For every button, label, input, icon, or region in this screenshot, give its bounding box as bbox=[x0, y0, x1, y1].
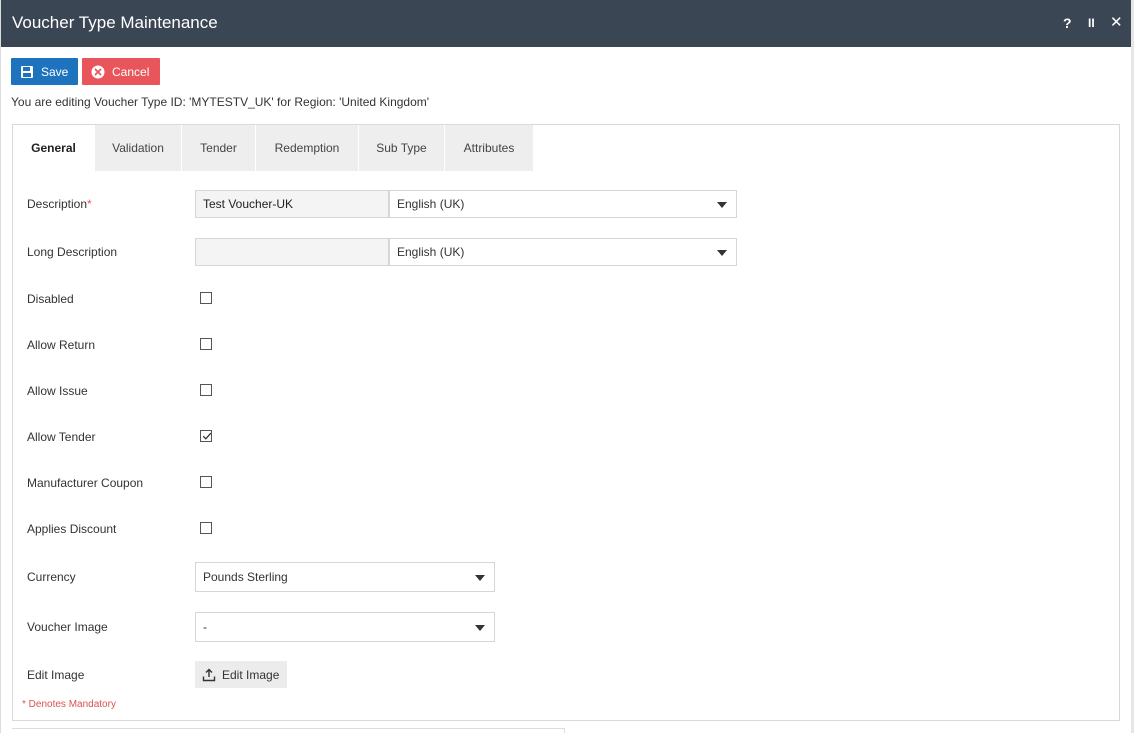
allow-tender-label: Allow Tender bbox=[27, 430, 96, 444]
save-label: Save bbox=[41, 64, 69, 79]
tab-attributes[interactable]: Attributes bbox=[445, 125, 534, 171]
tab-tender[interactable]: Tender bbox=[182, 125, 256, 171]
voucher-image-label: Voucher Image bbox=[27, 620, 108, 634]
tab-redemption[interactable]: Redemption bbox=[256, 125, 359, 171]
tab-bar: General Validation Tender Redemption Sub… bbox=[13, 125, 534, 171]
currency-label: Currency bbox=[27, 570, 76, 584]
window-left-edge bbox=[0, 0, 1, 733]
manufacturer-coupon-label: Manufacturer Coupon bbox=[27, 476, 144, 490]
editing-info-text: You are editing Voucher Type ID: 'MYTEST… bbox=[11, 95, 430, 109]
allow-return-label: Allow Return bbox=[27, 338, 96, 352]
mandatory-note: * Denotes Mandatory bbox=[22, 699, 116, 710]
caret-down-icon bbox=[475, 625, 485, 631]
x-circle-icon bbox=[91, 65, 105, 79]
allow-issue-label: Allow Issue bbox=[27, 384, 88, 398]
save-button[interactable]: Save bbox=[11, 58, 78, 85]
description-language-select[interactable]: English (UK) bbox=[389, 190, 737, 218]
required-mark: * bbox=[87, 197, 92, 211]
currency-value: Pounds Sterling bbox=[203, 570, 288, 584]
applies-discount-label: Applies Discount bbox=[27, 522, 117, 536]
window-title: Voucher Type Maintenance bbox=[12, 13, 218, 32]
disabled-label: Disabled bbox=[27, 292, 74, 306]
edit-image-button[interactable]: Edit Image bbox=[195, 661, 287, 688]
description-language-value: English (UK) bbox=[397, 197, 465, 211]
checkmark-icon bbox=[202, 432, 212, 440]
description-label-text: Description bbox=[27, 197, 88, 211]
tab-validation[interactable]: Validation bbox=[95, 125, 182, 171]
long-description-language-select[interactable]: English (UK) bbox=[389, 238, 737, 266]
currency-select[interactable]: Pounds Sterling bbox=[195, 562, 495, 592]
floppy-disk-icon bbox=[20, 65, 34, 79]
description-label: Description* bbox=[27, 197, 92, 211]
allow-issue-checkbox[interactable] bbox=[200, 384, 212, 396]
manufacturer-coupon-checkbox[interactable] bbox=[200, 476, 212, 488]
disabled-checkbox[interactable] bbox=[200, 292, 212, 304]
voucher-image-value: - bbox=[203, 620, 207, 634]
cancel-button[interactable]: Cancel bbox=[82, 58, 160, 85]
tab-general[interactable]: General bbox=[13, 125, 95, 171]
edit-image-button-label: Edit Image bbox=[222, 667, 280, 682]
allow-return-checkbox[interactable] bbox=[200, 338, 212, 350]
footer-divider-end bbox=[564, 728, 565, 733]
cancel-label: Cancel bbox=[112, 64, 150, 79]
close-icon[interactable]: ✕ bbox=[1110, 14, 1123, 32]
voucher-image-select[interactable]: - bbox=[195, 612, 495, 642]
pause-icon[interactable]: II bbox=[1088, 14, 1095, 32]
caret-down-icon bbox=[717, 250, 727, 256]
footer-divider bbox=[12, 728, 564, 729]
applies-discount-checkbox[interactable] bbox=[200, 522, 212, 534]
allow-tender-checkbox[interactable] bbox=[200, 430, 212, 442]
long-description-input[interactable] bbox=[195, 238, 389, 266]
window-titlebar: Voucher Type Maintenance ? II ✕ bbox=[1, 0, 1131, 47]
tab-sub-type[interactable]: Sub Type bbox=[359, 125, 445, 171]
description-input[interactable]: Test Voucher-UK bbox=[195, 190, 389, 218]
long-description-label: Long Description bbox=[27, 245, 118, 259]
help-icon[interactable]: ? bbox=[1063, 14, 1072, 32]
caret-down-icon bbox=[475, 575, 485, 581]
voucher-form-panel: General Validation Tender Redemption Sub… bbox=[12, 124, 1120, 721]
caret-down-icon bbox=[717, 202, 727, 208]
upload-icon bbox=[202, 668, 216, 682]
edit-image-label: Edit Image bbox=[27, 668, 85, 682]
long-description-language-value: English (UK) bbox=[397, 245, 465, 259]
